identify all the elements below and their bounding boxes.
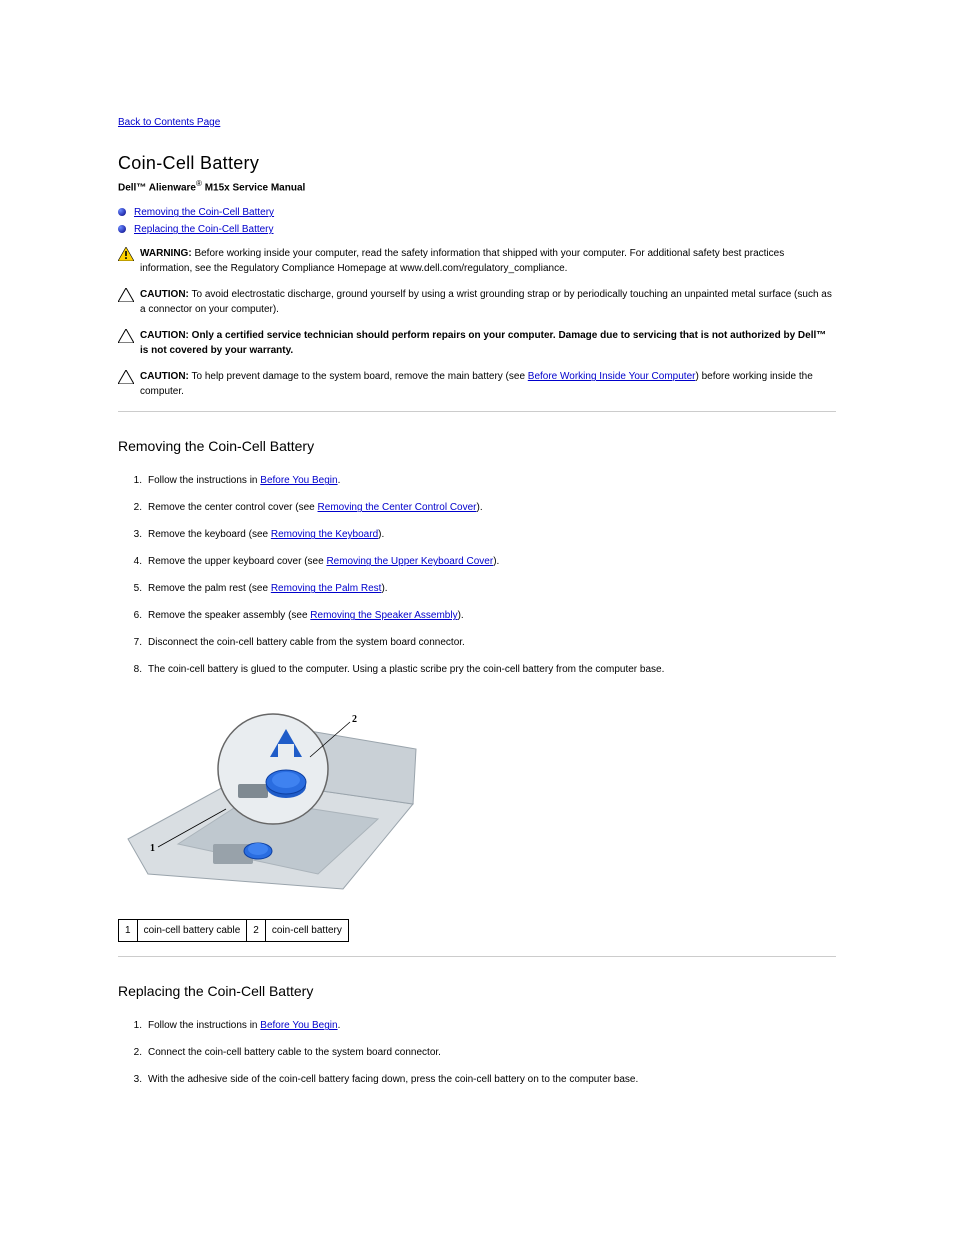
callout-2-text: coin-cell battery <box>265 920 348 942</box>
warning-label: WARNING: <box>140 248 192 259</box>
caution-row-1: CAUTION: To avoid electrostatic discharg… <box>118 288 836 317</box>
caution-1-label: CAUTION: <box>140 289 189 300</box>
caution-icon <box>118 370 140 384</box>
step-text-pre: Follow the instructions in <box>148 475 260 486</box>
remove-step-4: 4. Remove the upper keyboard cover (see … <box>118 554 836 569</box>
replace-step-1: 1. Follow the instructions in Before You… <box>118 1018 836 1033</box>
caution-row-3: CAUTION: To help prevent damage to the s… <box>118 370 836 399</box>
step-text-pre: Remove the center control cover (see <box>148 502 318 513</box>
svg-text:1: 1 <box>150 843 155 854</box>
caution-3-label: CAUTION: <box>140 371 189 382</box>
step-text: The coin-cell battery is glued to the co… <box>148 664 664 675</box>
step-number: 3. <box>118 1072 148 1087</box>
step-number: 8. <box>118 662 148 677</box>
step-text-post: ). <box>458 610 464 621</box>
section-links-list: Removing the Coin-Cell Battery Replacing… <box>118 205 836 237</box>
back-to-contents-link[interactable]: Back to Contents Page <box>118 117 220 128</box>
caution-2-body: Only a certified service technician shou… <box>140 330 826 356</box>
warning-text: WARNING: Before working inside your comp… <box>140 247 836 276</box>
warning-icon <box>118 247 140 261</box>
remove-step-5: 5. Remove the palm rest (see Removing th… <box>118 581 836 596</box>
caution-2-label: CAUTION: <box>140 330 189 341</box>
remove-step-3: 3. Remove the keyboard (see Removing the… <box>118 527 836 542</box>
step-text-post: ). <box>378 529 384 540</box>
svg-text:2: 2 <box>352 714 357 725</box>
step-link[interactable]: Removing the Upper Keyboard Cover <box>326 556 493 567</box>
step-link[interactable]: Before You Begin <box>260 1020 337 1031</box>
subsection-replacing-title: Replacing the Coin-Cell Battery <box>118 981 836 1002</box>
caution-icon <box>118 288 140 302</box>
bullet-item-replace: Replacing the Coin-Cell Battery <box>118 222 836 237</box>
replace-step-2: 2. Connect the coin-cell battery cable t… <box>118 1045 836 1060</box>
step-text-pre: Follow the instructions in <box>148 1020 260 1031</box>
caution-3-pre: To help prevent damage to the system boa… <box>189 371 528 382</box>
step-number: 6. <box>118 608 148 623</box>
step-number: 2. <box>118 1045 148 1060</box>
divider-1 <box>118 411 836 412</box>
step-text-pre: Remove the keyboard (see <box>148 529 271 540</box>
remove-step-8: 8. The coin-cell battery is glued to the… <box>118 662 836 677</box>
remove-step-6: 6. Remove the speaker assembly (see Remo… <box>118 608 836 623</box>
caution-1-body: To avoid electrostatic discharge, ground… <box>140 289 832 315</box>
callout-1-text: coin-cell battery cable <box>137 920 247 942</box>
step-text-post: ). <box>381 583 387 594</box>
step-number: 2. <box>118 500 148 515</box>
step-text: Disconnect the coin-cell battery cable f… <box>148 637 465 648</box>
step-link[interactable]: Removing the Palm Rest <box>271 583 382 594</box>
step-link[interactable]: Removing the Keyboard <box>271 529 378 540</box>
caution-icon <box>118 329 140 343</box>
step-link[interactable]: Removing the Speaker Assembly <box>310 610 457 621</box>
link-replacing-coin-cell[interactable]: Replacing the Coin-Cell Battery <box>134 224 274 235</box>
replace-step-3: 3. With the adhesive side of the coin-ce… <box>118 1072 836 1087</box>
callout-2-num: 2 <box>247 920 266 942</box>
warning-row: WARNING: Before working inside your comp… <box>118 247 836 276</box>
step-text-post: ). <box>493 556 499 567</box>
step-text: Connect the coin-cell battery cable to t… <box>148 1047 441 1058</box>
registered-icon: ® <box>196 179 202 189</box>
subsection-removing-title: Removing the Coin-Cell Battery <box>118 436 836 457</box>
callout-table: 1 coin-cell battery cable 2 coin-cell ba… <box>118 919 349 942</box>
step-text-pre: Remove the palm rest (see <box>148 583 271 594</box>
figure-coin-cell: 1 2 <box>118 689 836 909</box>
step-text-post: . <box>338 1020 341 1031</box>
page-title: Coin-Cell Battery <box>118 150 836 177</box>
caution-3-text: CAUTION: To help prevent damage to the s… <box>140 370 836 399</box>
step-text-pre: Remove the speaker assembly (see <box>148 610 310 621</box>
table-row: 1 coin-cell battery cable 2 coin-cell ba… <box>119 920 349 942</box>
remove-step-1: 1. Follow the instructions in Before You… <box>118 473 836 488</box>
warning-body: Before working inside your computer, rea… <box>140 248 784 274</box>
remove-step-2: 2. Remove the center control cover (see … <box>118 500 836 515</box>
caution-1-text: CAUTION: To avoid electrostatic discharg… <box>140 288 836 317</box>
step-number: 3. <box>118 527 148 542</box>
callout-1-num: 1 <box>119 920 138 942</box>
service-manual-line: Dell™ Alienware® M15x Service Manual <box>118 179 836 195</box>
step-text-pre: Remove the upper keyboard cover (see <box>148 556 326 567</box>
step-number: 7. <box>118 635 148 650</box>
link-removing-coin-cell[interactable]: Removing the Coin-Cell Battery <box>134 207 274 218</box>
step-number: 1. <box>118 473 148 488</box>
back-to-contents-top: Back to Contents Page <box>118 115 836 130</box>
step-text: With the adhesive side of the coin-cell … <box>148 1074 638 1085</box>
step-text-post: . <box>338 475 341 486</box>
step-link[interactable]: Removing the Center Control Cover <box>318 502 477 513</box>
step-text-post: ). <box>477 502 483 513</box>
step-number: 4. <box>118 554 148 569</box>
step-number: 5. <box>118 581 148 596</box>
bullet-item-remove: Removing the Coin-Cell Battery <box>118 205 836 220</box>
caution-row-2: CAUTION: Only a certified service techni… <box>118 329 836 358</box>
step-link[interactable]: Before You Begin <box>260 475 337 486</box>
step-number: 1. <box>118 1018 148 1033</box>
remove-step-7: 7. Disconnect the coin-cell battery cabl… <box>118 635 836 650</box>
caution-2-text: CAUTION: Only a certified service techni… <box>140 329 836 358</box>
caution-3-link[interactable]: Before Working Inside Your Computer <box>528 371 696 382</box>
divider-2 <box>118 956 836 957</box>
